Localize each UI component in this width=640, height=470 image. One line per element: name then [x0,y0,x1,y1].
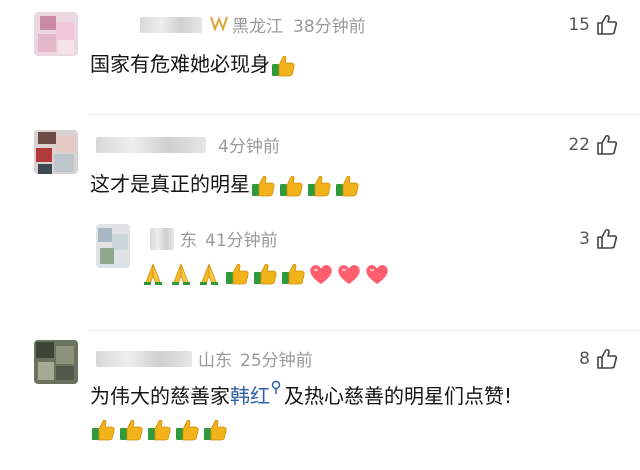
avatar[interactable] [34,12,78,56]
username[interactable] [96,136,206,153]
divider [88,114,640,115]
username[interactable] [150,227,174,250]
thumbs-up-icon [334,174,360,198]
thumbs-up-icon [90,418,116,442]
comment-item: 4分钟前 22 这才是真正的明星 东 41分钟前 3 [0,120,640,340]
heart-icon [336,262,362,286]
like-button[interactable]: 22 [568,134,618,156]
emoji-row [270,54,296,78]
search-icon[interactable] [270,380,282,396]
comment-body: 国家有危难她必现身 [90,52,270,76]
comment-item: 黑龙江 38分钟前 15 国家有危难她必现身 [0,0,640,110]
thumbs-up-icon [224,262,250,286]
emoji-row [90,418,228,442]
emoji-row [250,174,360,198]
reply-avatar[interactable] [96,224,130,268]
thumbs-up-icon [250,174,276,198]
like-button[interactable]: 8 [579,348,618,370]
comment-time: 41分钟前 [205,231,278,251]
comment-body-end: 及热心慈善的明星们点赞! [284,384,513,408]
comment-time: 38分钟前 [293,17,366,37]
emoji-row [140,262,390,286]
divider [88,330,640,331]
comment-item: 山东 25分钟前 8 为伟大的慈善家韩红 及热心慈善的明星们点赞! [0,336,640,470]
pray-icon [196,262,222,286]
emoji-line [90,416,228,442]
pray-icon [140,262,166,286]
thumbs-up-icon [278,174,304,198]
comment-text: 这才是真正的明星 [90,168,360,198]
avatar[interactable] [34,340,78,384]
like-button[interactable]: 15 [568,14,618,36]
heart-icon [308,262,334,286]
thumbs-up-icon [118,418,144,442]
thumbs-up-icon [280,262,306,286]
like-count: 15 [568,15,590,35]
comment-text: 国家有危难她必现身 [90,48,296,78]
thumbs-up-icon [174,418,200,442]
like-count: 22 [568,135,590,155]
comment-location: 东 [180,231,197,251]
thumbs-up-icon [270,54,296,78]
vip-badge-icon [210,15,228,35]
thumbs-up-outline-icon [596,228,618,250]
comment-meta: 黑龙江 38分钟前 [140,12,366,37]
thumbs-up-icon [146,418,172,442]
comment-time: 25分钟前 [240,351,313,371]
comment-meta: 山东 25分钟前 [96,346,313,371]
username[interactable] [140,16,202,33]
topic-link[interactable]: 韩红 [230,384,270,408]
comment-time: 4分钟前 [218,137,280,157]
reply-meta: 东 41分钟前 [150,226,278,251]
comment-meta: 4分钟前 [96,132,280,157]
comment-body-start: 为伟大的慈善家 [90,384,230,408]
heart-icon [364,262,390,286]
thumbs-up-outline-icon [596,348,618,370]
thumbs-up-icon [202,418,228,442]
pray-icon [168,262,194,286]
thumbs-up-outline-icon [596,134,618,156]
comment-location: 山东 [198,351,232,371]
like-count: 3 [579,229,590,249]
thumbs-up-icon [306,174,332,198]
avatar[interactable] [34,130,78,174]
comment-text: 为伟大的慈善家韩红 及热心慈善的明星们点赞! [90,380,512,409]
like-count: 8 [579,349,590,369]
like-button[interactable]: 3 [579,228,618,250]
reply-emoji [140,260,390,286]
thumbs-up-outline-icon [596,14,618,36]
username[interactable] [96,350,192,367]
comment-location: 黑龙江 [232,17,283,37]
thumbs-up-icon [252,262,278,286]
comment-body: 这才是真正的明星 [90,172,250,196]
